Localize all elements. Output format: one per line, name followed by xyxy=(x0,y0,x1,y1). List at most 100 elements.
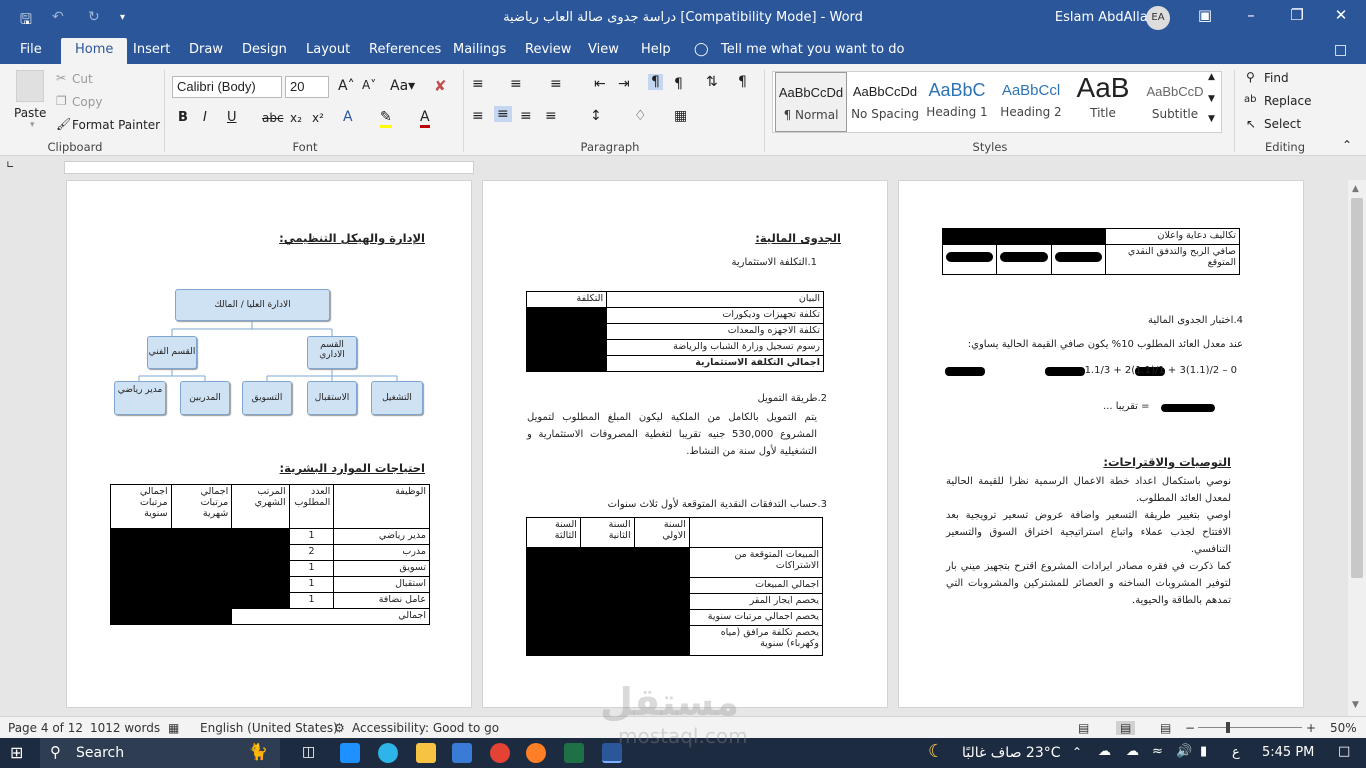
align-right-icon[interactable]: ≡ xyxy=(520,108,532,124)
input-language[interactable]: ع xyxy=(1232,745,1240,760)
file-explorer-icon[interactable] xyxy=(416,743,436,763)
onedrive-icon[interactable]: ☁ xyxy=(1098,744,1111,759)
styles-scroll-down-icon[interactable]: ▼ xyxy=(1208,94,1215,104)
line-spacing-icon[interactable]: ↕ xyxy=(590,108,602,124)
sort-icon[interactable]: ⇅ xyxy=(706,74,718,90)
paste-dropdown-icon[interactable]: ▾ xyxy=(30,120,35,130)
tab-help[interactable]: Help xyxy=(641,42,671,57)
style-heading-1[interactable]: AaBbC Heading 1 xyxy=(921,72,993,132)
zoom-slider-thumb[interactable] xyxy=(1226,722,1230,733)
shading-icon[interactable]: ♢ xyxy=(634,108,647,124)
weather-icon[interactable]: ☾ xyxy=(928,741,944,762)
page-org-structure[interactable]: الإدارة والهيكل التنظيمي: الادارة العليا… xyxy=(66,180,472,708)
zoom-in-icon[interactable]: + xyxy=(1306,721,1316,735)
firefox-icon[interactable] xyxy=(526,743,546,763)
superscript-icon[interactable]: x² xyxy=(312,111,324,125)
tab-design[interactable]: Design xyxy=(242,42,287,57)
format-painter-button[interactable]: Format Painter xyxy=(72,118,160,132)
select-icon[interactable]: ↖ xyxy=(1246,117,1256,131)
find-icon[interactable]: ⚲ xyxy=(1246,70,1255,84)
font-name-select[interactable]: Calibri (Body) xyxy=(172,76,282,98)
edge-icon[interactable] xyxy=(378,743,398,763)
tab-references[interactable]: References xyxy=(369,42,441,57)
scroll-up-icon[interactable]: ▲ xyxy=(1352,184,1359,194)
replace-icon[interactable]: ab xyxy=(1244,94,1256,105)
paste-icon[interactable] xyxy=(16,70,44,102)
format-painter-icon[interactable]: 🖌 xyxy=(56,117,71,131)
tab-review[interactable]: Review xyxy=(525,42,571,57)
align-left-icon[interactable]: ≡ xyxy=(472,108,484,124)
decrease-indent-icon[interactable]: ⇤ xyxy=(594,76,606,92)
styles-scroll-up-icon[interactable]: ▲ xyxy=(1208,72,1215,82)
close-button[interactable]: ✕ xyxy=(1326,6,1356,24)
tab-draw[interactable]: Draw xyxy=(189,42,223,57)
justify-icon[interactable]: ≡ xyxy=(545,108,557,124)
vertical-scrollbar[interactable]: ▲ ▼ xyxy=(1348,180,1366,716)
clock[interactable]: 5:45 PM xyxy=(1262,745,1314,760)
select-button[interactable]: Select xyxy=(1264,117,1301,131)
find-button[interactable]: Find xyxy=(1264,71,1289,85)
page-recommendations[interactable]: تكاليف دعاية واعلان صافي الربح والتدفق ا… xyxy=(898,180,1304,708)
font-color-icon[interactable]: A xyxy=(420,109,430,128)
rtl-direction-icon[interactable]: ¶ xyxy=(648,74,663,90)
language-status[interactable]: English (United States) xyxy=(200,721,338,735)
style-heading-2[interactable]: AaBbCcl Heading 2 xyxy=(995,72,1067,132)
align-center-icon[interactable]: ≡ xyxy=(494,106,512,122)
mail-icon[interactable] xyxy=(340,743,360,763)
tab-file[interactable]: File xyxy=(20,42,42,57)
highlight-icon[interactable]: ✎ xyxy=(380,109,392,128)
multilevel-list-icon[interactable]: ≡ xyxy=(550,76,562,92)
proofing-icon[interactable]: ▦ xyxy=(168,721,179,735)
tab-view[interactable]: View xyxy=(588,42,619,57)
zoom-out-icon[interactable]: − xyxy=(1185,721,1195,735)
bullets-icon[interactable]: ≡ xyxy=(472,76,484,92)
ruler-bar[interactable] xyxy=(64,161,474,174)
minimize-button[interactable]: – xyxy=(1236,6,1266,24)
numbering-icon[interactable]: ≡ xyxy=(510,76,522,92)
chrome-icon[interactable] xyxy=(490,743,510,763)
read-mode-icon[interactable]: ▤ xyxy=(1078,721,1089,735)
page-count[interactable]: Page 4 of 12 xyxy=(8,721,83,735)
maximize-button[interactable]: ❐ xyxy=(1282,6,1312,24)
cut-button[interactable]: Cut xyxy=(72,72,93,86)
grow-font-icon[interactable]: A˄ xyxy=(338,78,355,94)
tab-mailings[interactable]: Mailings xyxy=(453,42,506,57)
style-no-spacing[interactable]: AaBbCcDd No Spacing xyxy=(849,72,921,132)
collapse-ribbon-icon[interactable]: ⌃ xyxy=(1342,138,1352,152)
weather-text[interactable]: 23°C صاف غالبًا xyxy=(962,745,1061,761)
show-formatting-icon[interactable]: ¶ xyxy=(738,74,747,90)
borders-icon[interactable]: ▦ xyxy=(674,108,687,124)
print-layout-icon[interactable]: ▤ xyxy=(1116,721,1136,735)
tab-selector-icon[interactable]: ∟ xyxy=(6,160,14,171)
replace-button[interactable]: Replace xyxy=(1264,94,1311,108)
bold-icon[interactable]: B xyxy=(178,110,188,125)
tab-insert[interactable]: Insert xyxy=(133,42,170,57)
zoom-level[interactable]: 50% xyxy=(1330,721,1357,735)
scroll-down-icon[interactable]: ▼ xyxy=(1352,700,1359,710)
styles-more-icon[interactable]: ▼ xyxy=(1208,114,1215,124)
tell-me-input[interactable]: Tell me what you want to do xyxy=(721,42,904,57)
taskbar-search[interactable]: ⚲ Search 🐈 xyxy=(40,738,280,768)
tray-chevron-icon[interactable]: ⌃ xyxy=(1072,745,1082,759)
volume-icon[interactable]: 🔊 xyxy=(1176,744,1192,759)
style-subtitle[interactable]: AaBbCcD Subtitle xyxy=(1139,72,1211,132)
task-view-icon[interactable]: ◫ xyxy=(302,744,315,760)
scroll-thumb[interactable] xyxy=(1351,198,1363,578)
wifi-icon[interactable]: ≈ xyxy=(1152,744,1163,759)
increase-indent-icon[interactable]: ⇥ xyxy=(618,76,630,92)
excel-icon[interactable] xyxy=(564,743,584,763)
tab-home[interactable]: Home xyxy=(61,38,128,64)
ltr-direction-icon[interactable]: ¶ xyxy=(674,76,683,92)
change-case-icon[interactable]: Aa▾ xyxy=(390,78,415,94)
copy-icon[interactable]: ❐ xyxy=(56,94,67,108)
strikethrough-icon[interactable]: abc xyxy=(262,111,284,125)
subscript-icon[interactable]: x₂ xyxy=(290,111,302,125)
tab-layout[interactable]: Layout xyxy=(306,42,350,57)
page-financial-feasibility[interactable]: الجدوى المالية: 1.التكلفة الاستثمارية ال… xyxy=(482,180,888,708)
user-name[interactable]: Eslam AbdAllah xyxy=(1055,10,1156,25)
store-icon[interactable] xyxy=(452,743,472,763)
ribbon-display-icon[interactable]: ▣ xyxy=(1190,6,1220,24)
clear-formatting-icon[interactable]: ✘ xyxy=(434,77,447,95)
font-size-select[interactable]: 20 xyxy=(285,76,329,98)
cloud-icon[interactable]: ☁ xyxy=(1126,744,1139,759)
